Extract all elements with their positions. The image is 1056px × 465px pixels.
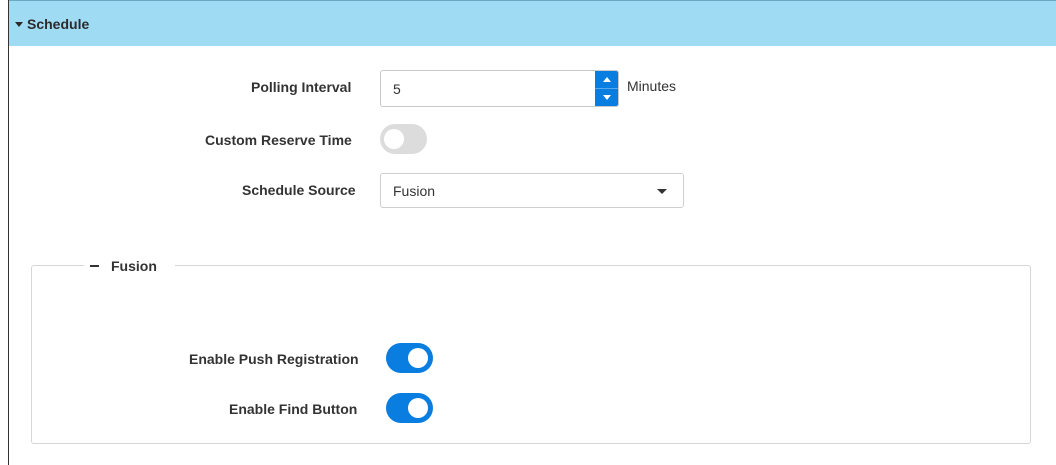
polling-interval-spinner[interactable] [595,71,618,106]
schedule-source-select[interactable]: Fusion [380,173,684,208]
polling-interval-value[interactable]: 5 [393,81,401,97]
polling-interval-input[interactable]: 5 [380,70,619,107]
fusion-title: Fusion [111,258,157,274]
arrow-down-icon [602,95,611,100]
enable-find-button-label: Enable Find Button [229,401,358,417]
minus-icon [90,265,99,267]
schedule-section-header[interactable]: Schedule [9,0,1056,46]
section-title: Schedule [27,15,90,32]
enable-find-button-toggle[interactable] [386,393,433,423]
custom-reserve-time-label: Custom Reserve Time [205,132,352,148]
toggle-knob [408,398,428,418]
polling-interval-units: Minutes [627,78,677,94]
caret-down-icon [15,22,23,27]
toggle-knob [384,129,404,149]
arrow-up-icon [602,77,611,82]
schedule-source-label: Schedule Source [242,182,356,198]
toggle-knob [408,348,428,368]
enable-push-registration-toggle[interactable] [386,343,433,373]
schedule-panel: Schedule Polling Interval 5 Minutes Cust… [8,0,1056,465]
spinner-down-button[interactable] [595,89,618,106]
fusion-fieldset [31,265,1031,444]
schedule-source-value: Fusion [393,183,436,199]
custom-reserve-time-toggle[interactable] [380,124,427,154]
polling-interval-label: Polling Interval [251,79,352,95]
dropdown-arrow-icon [657,189,667,194]
spinner-up-button[interactable] [595,71,618,88]
fusion-collapse-toggle[interactable]: Fusion [84,257,175,275]
enable-push-registration-label: Enable Push Registration [189,351,359,367]
